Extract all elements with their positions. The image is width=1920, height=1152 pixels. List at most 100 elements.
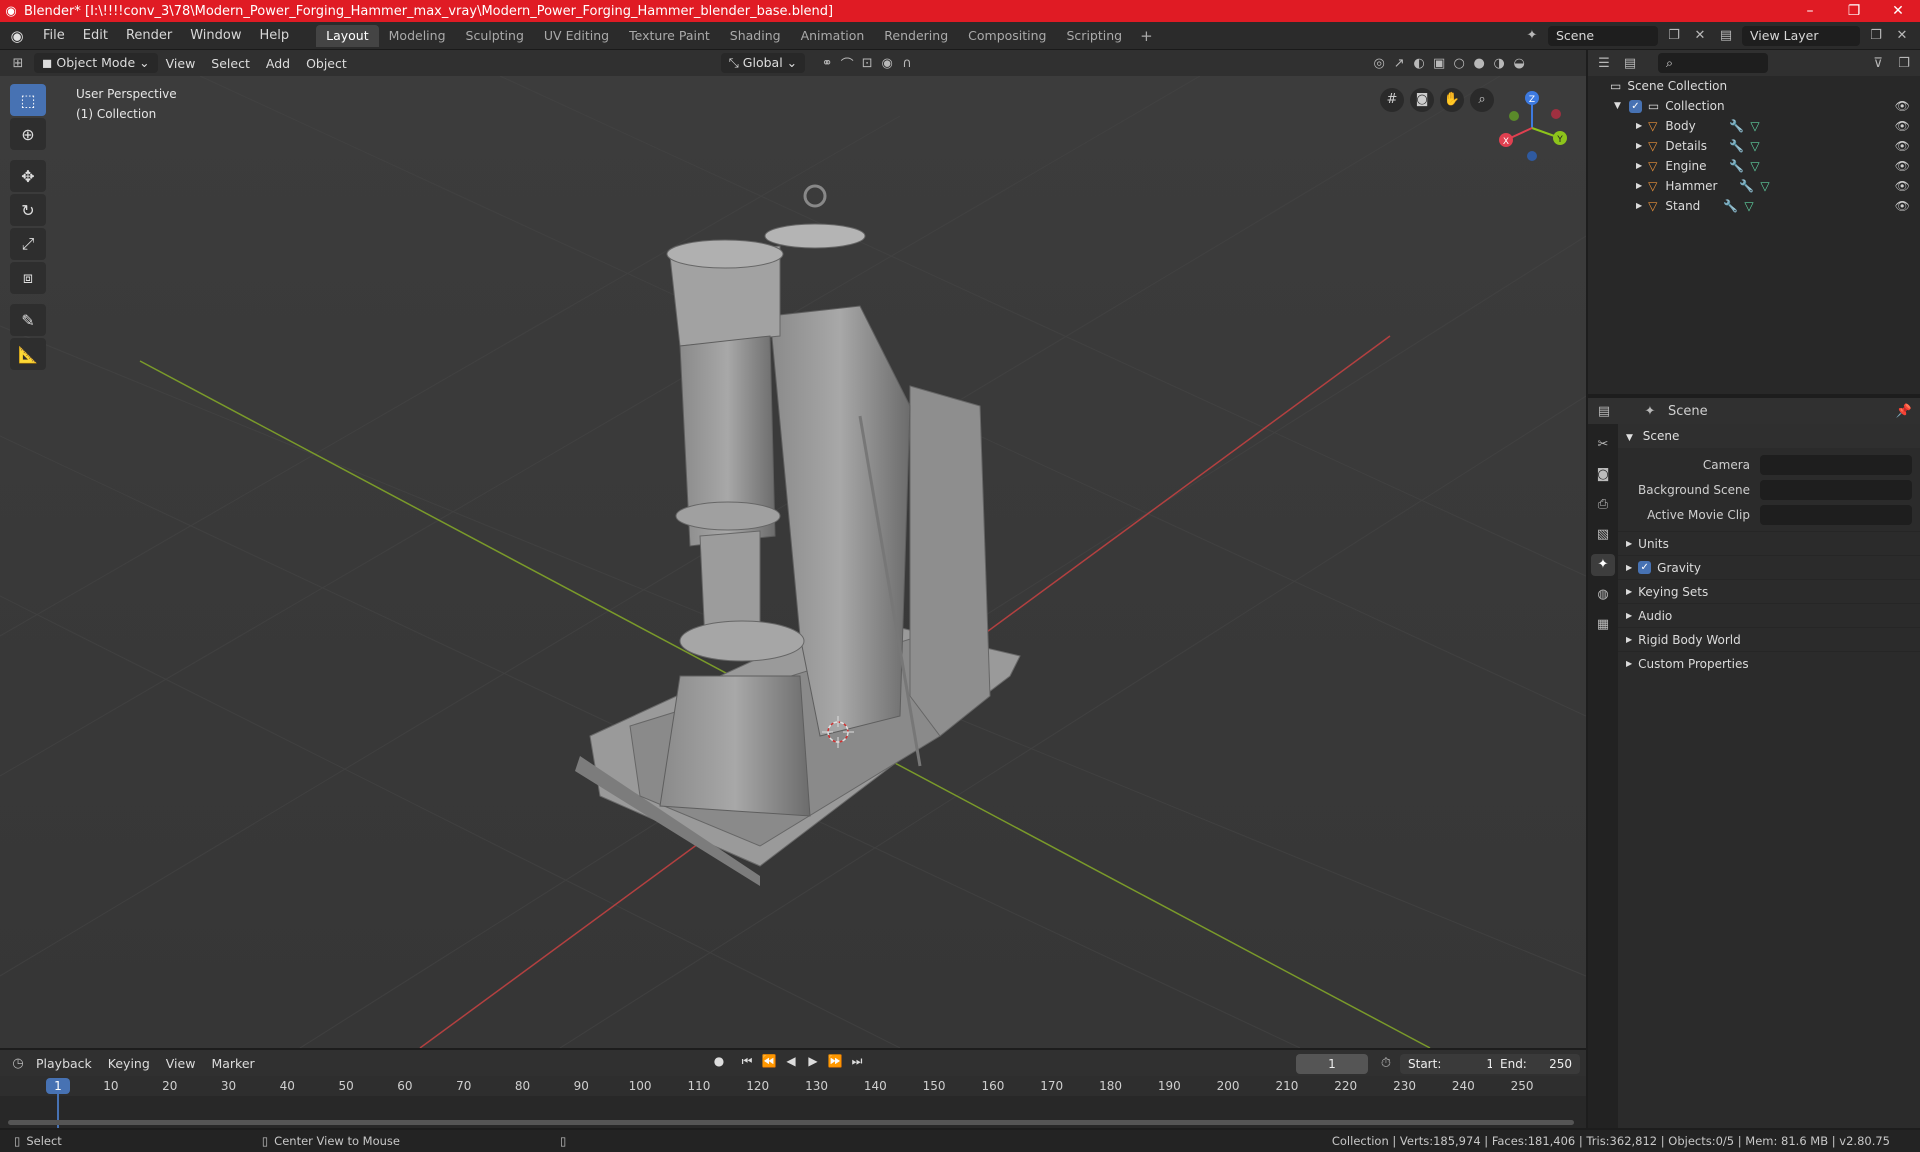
- collection-row[interactable]: ▼ ✓ ▭ Collection 👁: [1588, 96, 1920, 116]
- menu-file[interactable]: File: [34, 22, 74, 50]
- tab-uv-editing[interactable]: UV Editing: [534, 25, 619, 47]
- navigation-gizmo[interactable]: Z Y X: [1492, 86, 1572, 166]
- record-icon[interactable]: ●: [710, 1054, 728, 1069]
- timeline-menu-view[interactable]: View: [158, 1056, 204, 1071]
- wireframe-shading-icon[interactable]: ○: [1449, 56, 1469, 71]
- material-shading-icon[interactable]: ◑: [1489, 56, 1509, 71]
- eye-icon[interactable]: 👁: [1895, 96, 1910, 116]
- play-icon[interactable]: ▶: [804, 1054, 822, 1069]
- scene-collection-row[interactable]: ▭ Scene Collection: [1588, 76, 1920, 96]
- zoom-icon[interactable]: ⌕: [1470, 88, 1494, 112]
- tab-texture-paint[interactable]: Texture Paint: [619, 25, 720, 47]
- background-scene-field[interactable]: [1760, 479, 1912, 500]
- menu-window[interactable]: Window: [181, 22, 250, 50]
- viewport-menu-view[interactable]: View: [158, 56, 204, 71]
- rigid-body-world-subpanel[interactable]: ▶ Rigid Body World: [1618, 627, 1920, 651]
- active-movie-clip-field[interactable]: [1760, 504, 1912, 525]
- blender-menu-icon[interactable]: ◉: [0, 27, 34, 45]
- tab-animation[interactable]: Animation: [791, 25, 875, 47]
- outliner-editor-icon[interactable]: ☰: [1594, 56, 1614, 71]
- gizmo-toggle-icon[interactable]: ↗: [1389, 56, 1409, 71]
- outliner-item-engine[interactable]: ▶ ▽ Engine 🔧 ▽ 👁: [1588, 156, 1920, 176]
- gravity-checkbox[interactable]: ✓: [1638, 561, 1652, 574]
- display-mode-icon[interactable]: ▤: [1620, 56, 1640, 71]
- next-keyframe-icon[interactable]: ⏩: [826, 1054, 844, 1069]
- menu-render[interactable]: Render: [117, 22, 181, 50]
- properties-editor-icon[interactable]: ▤: [1594, 404, 1614, 419]
- collapse-arrow-icon[interactable]: ▶: [1636, 196, 1642, 216]
- snap-icon[interactable]: ⌒: [837, 54, 857, 73]
- view-layer-field[interactable]: View Layer: [1742, 25, 1860, 46]
- expand-icon[interactable]: ▼: [1614, 96, 1621, 116]
- tab-layout[interactable]: Layout: [316, 24, 379, 47]
- timeline-scrollbar[interactable]: [8, 1120, 1574, 1125]
- proportional-edit-icon[interactable]: ◉: [877, 56, 897, 71]
- select-box-tool[interactable]: ⬚: [10, 84, 46, 116]
- move-tool[interactable]: ✥: [10, 160, 46, 192]
- tab-sculpting[interactable]: Sculpting: [456, 25, 534, 47]
- collapse-arrow-icon[interactable]: ▶: [1636, 176, 1642, 196]
- viewport-menu-object[interactable]: Object: [298, 56, 355, 71]
- filter-icon[interactable]: ⊽: [1868, 56, 1888, 71]
- gravity-subpanel[interactable]: ▶ ✓ Gravity: [1618, 555, 1920, 579]
- 3d-viewport[interactable]: User Perspective (1) Collection: [0, 76, 1586, 1048]
- close-button[interactable]: ✕: [1876, 0, 1920, 22]
- delete-scene-icon[interactable]: ✕: [1690, 28, 1710, 43]
- outliner-search-input[interactable]: ⌕: [1658, 53, 1768, 73]
- new-scene-icon[interactable]: ❐: [1664, 28, 1684, 43]
- end-frame-field[interactable]: End: 250: [1492, 1054, 1580, 1074]
- visibility-icon[interactable]: ◎: [1369, 56, 1389, 71]
- mode-dropdown[interactable]: ◼ Object Mode ⌄: [34, 53, 158, 73]
- rendered-shading-icon[interactable]: ◒: [1509, 56, 1529, 71]
- world-tab-icon[interactable]: ◍: [1591, 584, 1615, 606]
- play-reverse-icon[interactable]: ◀: [782, 1054, 800, 1069]
- scale-tool[interactable]: ⤢: [10, 228, 46, 260]
- menu-help[interactable]: Help: [251, 22, 299, 50]
- annotate-tool[interactable]: ✎: [10, 304, 46, 336]
- eye-icon[interactable]: 👁: [1895, 176, 1910, 196]
- stopwatch-icon[interactable]: ⏱: [1376, 1056, 1396, 1071]
- outliner-item-stand[interactable]: ▶ ▽ Stand 🔧 ▽ 👁: [1588, 196, 1920, 216]
- camera-field[interactable]: [1760, 454, 1912, 475]
- jump-start-icon[interactable]: ⏮: [738, 1054, 756, 1069]
- output-tab-icon[interactable]: ⎙: [1591, 494, 1615, 516]
- measure-tool[interactable]: 📐: [10, 338, 46, 370]
- new-view-layer-icon[interactable]: ❐: [1866, 28, 1886, 43]
- eye-icon[interactable]: 👁: [1895, 196, 1910, 216]
- add-workspace-button[interactable]: +: [1132, 27, 1161, 45]
- maximize-button[interactable]: ❐: [1832, 0, 1876, 22]
- camera-view-icon[interactable]: ◙: [1410, 88, 1434, 112]
- tab-scripting[interactable]: Scripting: [1057, 25, 1133, 47]
- timeline-menu-playback[interactable]: Playback: [28, 1056, 100, 1071]
- scene-field[interactable]: Scene: [1548, 25, 1658, 46]
- snap-target-icon[interactable]: ⊡: [857, 56, 877, 71]
- cursor-tool[interactable]: ⊕: [10, 118, 46, 150]
- eye-icon[interactable]: 👁: [1895, 136, 1910, 156]
- scene-tab-icon[interactable]: ✦: [1591, 554, 1615, 576]
- pivot-icon[interactable]: ⚭: [817, 56, 837, 71]
- tool-tab-icon[interactable]: ✂: [1591, 434, 1615, 456]
- outliner-item-body[interactable]: ▶ ▽ Body 🔧 ▽ 👁: [1588, 116, 1920, 136]
- keying-sets-subpanel[interactable]: ▶ Keying Sets: [1618, 579, 1920, 603]
- outliner-item-hammer[interactable]: ▶ ▽ Hammer 🔧 ▽ 👁: [1588, 176, 1920, 196]
- eye-icon[interactable]: 👁: [1895, 156, 1910, 176]
- solid-shading-icon[interactable]: ●: [1469, 56, 1489, 71]
- scene-panel-title[interactable]: ▼ Scene: [1618, 424, 1920, 448]
- timeline-menu-marker[interactable]: Marker: [203, 1056, 262, 1071]
- frame-ruler[interactable]: 10 20 30 40 50 60 70 80 90 100 110 120 130 140 150 160 1…: [0, 1076, 1586, 1096]
- timeline-editor-icon[interactable]: ◷: [8, 1056, 28, 1071]
- new-collection-icon[interactable]: ❐: [1894, 56, 1914, 71]
- timeline[interactable]: 10 20 30 40 50 60 70 80 90 100 110 120 130 140 150 160 1…: [0, 1076, 1586, 1128]
- orientation-dropdown[interactable]: ⤡ Global ⌄: [720, 53, 806, 73]
- overlay-toggle-icon[interactable]: ◐: [1409, 56, 1429, 71]
- timeline-menu-keying[interactable]: Keying: [100, 1056, 158, 1071]
- current-frame-field[interactable]: 1: [1296, 1054, 1368, 1074]
- viewport-menu-select[interactable]: Select: [203, 56, 258, 71]
- audio-subpanel[interactable]: ▶ Audio: [1618, 603, 1920, 627]
- playhead[interactable]: 1: [46, 1078, 70, 1094]
- view-layer-tab-icon[interactable]: ▧: [1591, 524, 1615, 546]
- xray-icon[interactable]: ▣: [1429, 56, 1449, 71]
- tab-modeling[interactable]: Modeling: [379, 25, 456, 47]
- texture-tab-icon[interactable]: ▦: [1591, 614, 1615, 636]
- falloff-icon[interactable]: ∩: [897, 56, 917, 71]
